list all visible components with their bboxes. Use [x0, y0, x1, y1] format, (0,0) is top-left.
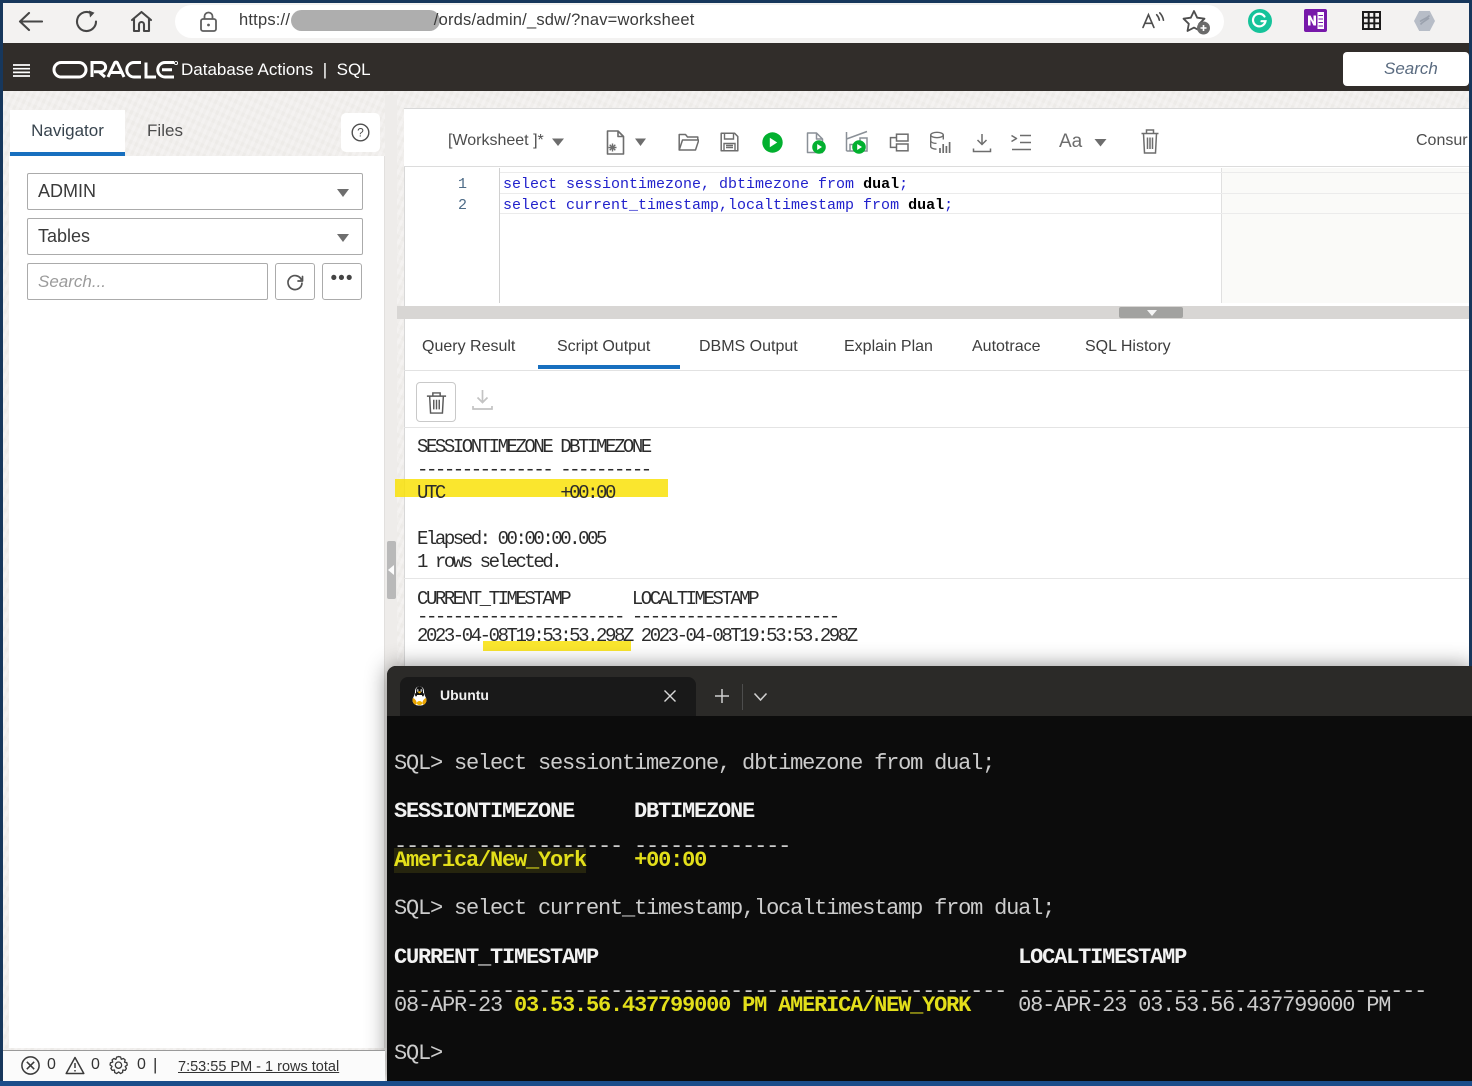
svg-text:?: ?	[357, 126, 364, 140]
